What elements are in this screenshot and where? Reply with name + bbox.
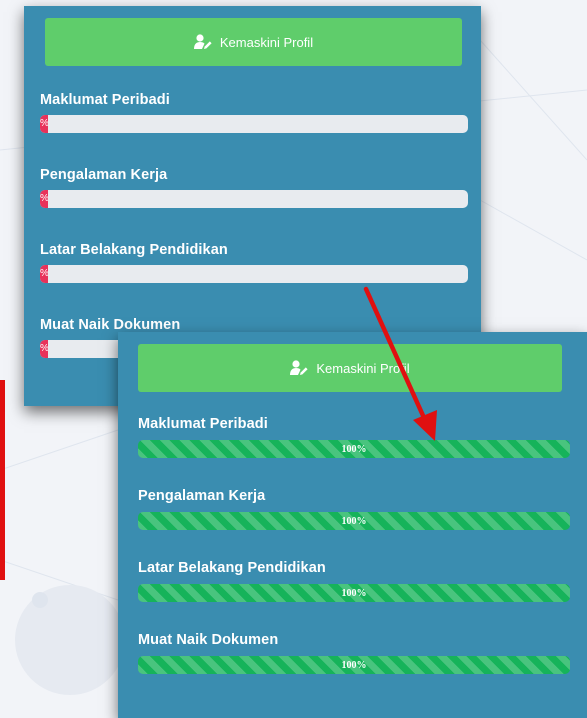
progress-bar-fill: % (40, 340, 48, 358)
section-education-background: Latar Belakang Pendidikan 100% (138, 560, 571, 602)
progress-bar-fill: % (40, 115, 48, 133)
progress-bar: % (40, 115, 468, 133)
progress-bar: 100% (138, 512, 570, 530)
progress-bar: % (40, 190, 468, 208)
update-profile-button-label: Kemaskini Profil (316, 360, 410, 376)
update-profile-button[interactable]: Kemaskini Profil (45, 18, 462, 66)
section-personal-info: Maklumat Peribadi % (40, 92, 468, 133)
user-edit-icon (193, 34, 212, 50)
user-edit-icon (290, 360, 308, 376)
section-work-experience: Pengalaman Kerja 100% (138, 488, 571, 530)
red-highlight-marker (0, 380, 5, 580)
section-label: Maklumat Peribadi (40, 92, 170, 108)
update-profile-button[interactable]: Kemaskini Profil (138, 344, 562, 392)
section-label: Muat Naik Dokumen (40, 317, 181, 333)
section-label: Maklumat Peribadi (138, 416, 268, 432)
section-personal-info: Maklumat Peribadi 100% (138, 416, 571, 458)
progress-percent: 100% (341, 587, 367, 599)
progress-bar: 100% (138, 584, 570, 602)
progress-percent: 100% (341, 443, 367, 455)
section-label: Latar Belakang Pendidikan (40, 242, 228, 258)
section-education-background: Latar Belakang Pendidikan % (40, 242, 468, 283)
section-label: Latar Belakang Pendidikan (138, 560, 326, 576)
progress-bar-fill: % (40, 190, 48, 208)
section-label: Pengalaman Kerja (40, 167, 168, 183)
progress-bar: 100% (138, 440, 570, 458)
progress-bar: 100% (138, 656, 570, 674)
progress-bar-fill: % (40, 265, 48, 283)
progress-bar: % (40, 265, 468, 283)
update-profile-button-label: Kemaskini Profil (219, 34, 314, 50)
section-upload-documents: Muat Naik Dokumen 100% (138, 632, 571, 674)
section-label: Muat Naik Dokumen (138, 632, 279, 648)
section-label: Pengalaman Kerja (138, 488, 266, 504)
progress-percent: 100% (341, 659, 367, 671)
progress-percent: 100% (341, 515, 367, 527)
section-work-experience: Pengalaman Kerja % (40, 167, 468, 208)
profile-progress-panel-after: Kemaskini Profil Maklumat Peribadi 100% … (118, 332, 587, 718)
